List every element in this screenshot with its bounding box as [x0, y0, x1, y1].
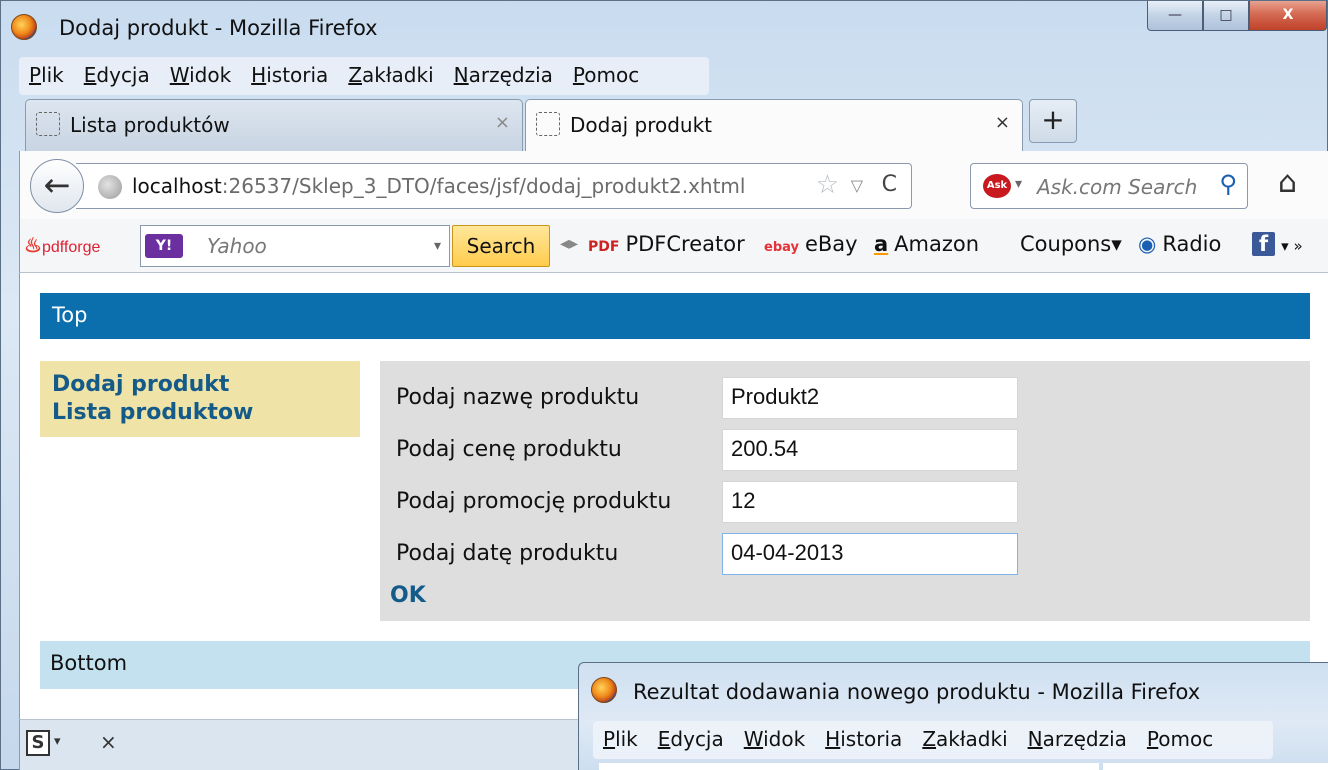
yahoo-dropdown-icon[interactable]: ▾ — [434, 238, 441, 254]
yahoo-search-input[interactable]: Y! Yahoo ▾ — [140, 225, 450, 267]
amazon-icon: a — [874, 232, 889, 256]
facebook-button[interactable]: f ▾ » — [1252, 232, 1303, 256]
toolbar-grip-icon[interactable]: ◂▸ — [560, 233, 578, 254]
window-title: Rezultat dodawania nowego produktu - Moz… — [633, 680, 1201, 704]
ebay-label: eBay — [804, 232, 858, 256]
addon-s-icon[interactable]: S — [26, 730, 50, 756]
yahoo-search-button[interactable]: Search — [452, 225, 550, 267]
coupons-label: Coupons▾ — [1020, 232, 1122, 256]
pdf-icon: PDF — [588, 239, 620, 255]
ask-logo-icon[interactable]: Ask — [983, 174, 1011, 198]
search-icon[interactable]: ⚲ — [1219, 170, 1237, 198]
menu-plik[interactable]: Plik — [593, 721, 648, 751]
yahoo-placeholder: Yahoo — [207, 234, 267, 258]
menu-bar: Plik Edycja Widok Historia Zakładki Narzędzia… — [593, 721, 1273, 759]
url-text[interactable]: localhost:26537/Sklep_3_DTO/faces/jsf/do… — [132, 174, 745, 198]
menu-zakladki[interactable]: Zakładki — [338, 57, 443, 87]
page-content: Top Dodaj produkt Lista produktow Podaj … — [19, 273, 1328, 719]
tab-strip-partial — [599, 763, 1099, 770]
maximize-button[interactable]: □ — [1203, 1, 1249, 31]
new-tab-button[interactable]: + — [1029, 99, 1077, 143]
back-button[interactable]: ← — [30, 159, 84, 213]
pdfcreator-label: PDFCreator — [625, 232, 745, 256]
price-input[interactable]: 200.54 — [722, 429, 1018, 471]
price-label: Podaj cenę produktu — [396, 437, 622, 462]
radio-icon: ◉ — [1138, 232, 1157, 256]
site-identity-icon[interactable] — [98, 175, 122, 199]
left-navigation: Dodaj produkt Lista produktow — [40, 361, 360, 437]
toolbar-overflow-chevron-icon[interactable]: ▾ » — [1281, 237, 1302, 255]
addon-bar-close-icon[interactable]: × — [100, 730, 117, 754]
page-favicon-icon — [36, 112, 60, 136]
tab-label: Dodaj produkt — [570, 113, 713, 137]
ok-submit-link[interactable]: OK — [390, 583, 426, 608]
yahoo-logo-icon[interactable]: Y! — [145, 234, 183, 258]
page-favicon-icon — [536, 112, 560, 136]
tab-label: Lista produktów — [70, 113, 230, 137]
menu-narzedzia[interactable]: Narzędzia — [1018, 721, 1137, 751]
title-bar: Dodaj produkt - Mozilla Firefox — □ X — [1, 1, 1327, 57]
search-engine-dropdown-icon[interactable]: ▾ — [1015, 176, 1022, 192]
product-form: Podaj nazwę produktu Produkt2 Podaj cenę… — [380, 361, 1310, 621]
menu-widok[interactable]: Widok — [734, 721, 815, 751]
name-label: Podaj nazwę produktu — [396, 385, 640, 410]
window-title: Dodaj produkt - Mozilla Firefox — [59, 16, 378, 40]
addon-toolbar: ♨pdfforge Y! Yahoo ▾ Search ◂▸ PDF PDFCre… — [19, 219, 1328, 273]
date-input[interactable]: 04-04-2013 — [722, 533, 1018, 575]
radio-button[interactable]: ◉ Radio — [1138, 232, 1221, 256]
home-icon[interactable]: ⌂ — [1278, 165, 1297, 200]
pdfcreator-button[interactable]: PDF PDFCreator — [588, 232, 745, 256]
tab-strip: Lista produktów × Dodaj produkt × + — [19, 99, 1319, 153]
promotion-label: Podaj promocję produktu — [396, 489, 672, 514]
menu-narzedzia[interactable]: Narzędzia — [444, 57, 563, 87]
pdfforge-flame-icon: ♨ — [24, 235, 42, 257]
tab-dodaj-produkt[interactable]: Dodaj produkt × — [525, 99, 1023, 153]
radio-label: Radio — [1162, 232, 1222, 256]
minimize-button[interactable]: — — [1147, 1, 1203, 31]
firefox-result-window[interactable]: Rezultat dodawania nowego produktu - Moz… — [578, 662, 1328, 770]
ebay-button[interactable]: ebay eBay — [764, 232, 858, 256]
menu-pomoc[interactable]: Pomoc — [563, 57, 649, 87]
search-box[interactable]: Ask ▾ Ask.com Search ⚲ — [970, 163, 1248, 209]
pdfforge-label: pdfforge — [41, 239, 101, 256]
navigation-bar: localhost:26537/Sklep_3_DTO/faces/jsf/do… — [19, 151, 1328, 219]
menu-edycja[interactable]: Edycja — [74, 57, 160, 87]
coupons-button[interactable]: Coupons▾ — [1020, 232, 1122, 256]
nav-link-dodaj-produkt[interactable]: Dodaj produkt — [52, 371, 348, 399]
menu-bar: Plik Edycja Widok Historia Zakładki Narzędzia… — [19, 57, 709, 95]
addon-dropdown-icon[interactable]: ▾ — [54, 734, 61, 749]
promotion-input[interactable]: 12 — [722, 481, 1018, 523]
search-placeholder: Ask.com Search — [1037, 175, 1198, 199]
reload-icon[interactable]: C — [882, 172, 897, 197]
tab-close-icon[interactable]: × — [995, 112, 1010, 133]
menu-zakladki[interactable]: Zakładki — [912, 721, 1017, 751]
firefox-icon — [591, 677, 617, 703]
tab-close-icon[interactable]: × — [495, 112, 510, 133]
ebay-icon: ebay — [764, 240, 799, 255]
page-header-top: Top — [40, 293, 1310, 339]
tab-strip-partial — [1103, 763, 1328, 770]
pdfforge-logo[interactable]: ♨pdfforge — [24, 233, 100, 258]
url-bar[interactable]: localhost:26537/Sklep_3_DTO/faces/jsf/do… — [76, 163, 912, 209]
date-label: Podaj datę produktu — [396, 541, 619, 566]
menu-plik[interactable]: Plik — [19, 57, 74, 87]
firefox-icon — [11, 14, 37, 40]
menu-widok[interactable]: Widok — [160, 57, 241, 87]
bookmark-star-icon[interactable]: ☆ — [816, 170, 839, 200]
name-input[interactable]: Produkt2 — [722, 377, 1018, 419]
menu-edycja[interactable]: Edycja — [648, 721, 734, 751]
menu-historia[interactable]: Historia — [241, 57, 338, 87]
facebook-icon: f — [1252, 232, 1276, 256]
amazon-button[interactable]: a Amazon — [874, 232, 979, 256]
menu-historia[interactable]: Historia — [815, 721, 912, 751]
tab-lista-produktow[interactable]: Lista produktów × — [25, 99, 523, 151]
url-host: localhost — [132, 174, 222, 198]
history-dropdown-icon[interactable]: ▽ — [851, 176, 863, 195]
nav-link-lista-produktow[interactable]: Lista produktow — [52, 399, 348, 427]
amazon-label: Amazon — [894, 232, 980, 256]
firefox-main-window: Dodaj produkt - Mozilla Firefox — □ X Pl… — [0, 0, 1328, 770]
menu-pomoc[interactable]: Pomoc — [1137, 721, 1223, 751]
close-button[interactable]: X — [1249, 1, 1327, 31]
url-path: :26537/Sklep_3_DTO/faces/jsf/dodaj_produ… — [221, 174, 746, 198]
